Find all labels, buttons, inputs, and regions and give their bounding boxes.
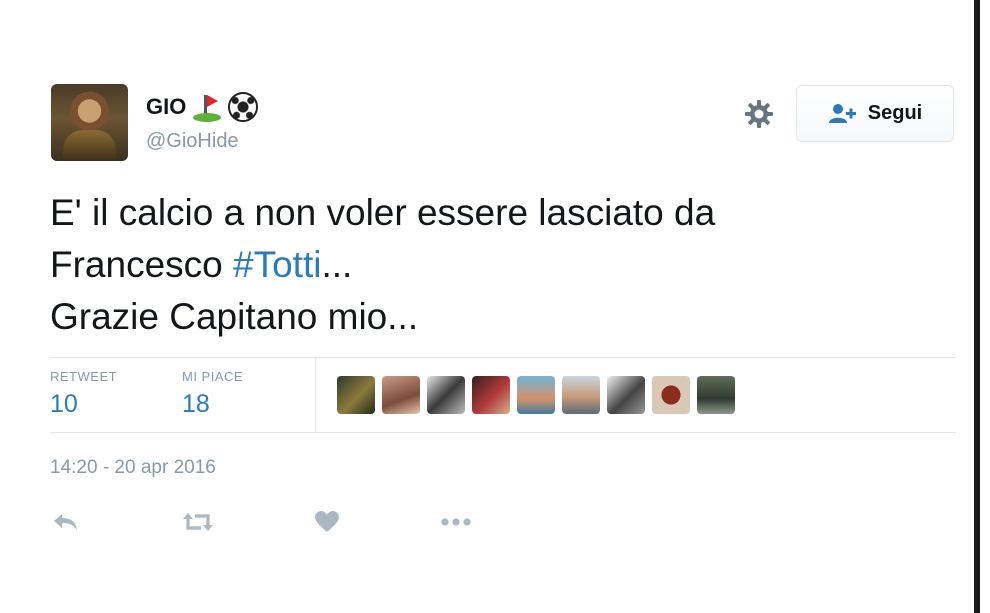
liker-avatar[interactable]: [427, 376, 465, 414]
retweet-label: RETWEET: [50, 369, 118, 384]
tweet-line-3: Grazie Capitano mio...: [50, 296, 419, 337]
liker-avatar[interactable]: [472, 376, 510, 414]
likes-label: MI PIACE: [182, 369, 244, 384]
tweet-timestamp[interactable]: 14:20 - 20 apr 2016: [50, 457, 216, 479]
retweet-icon: [183, 513, 213, 531]
tweet-line-2-suffix: ...: [321, 244, 353, 285]
liker-avatar[interactable]: [562, 376, 600, 414]
soccer-ball-icon: [228, 92, 259, 122]
liker-avatar[interactable]: [607, 376, 645, 414]
more-button[interactable]: [438, 509, 474, 535]
tweet-line-2-prefix: Francesco: [50, 244, 234, 285]
more-icon: [441, 518, 471, 526]
user-avatar[interactable]: [51, 84, 128, 161]
like-icon: [315, 511, 339, 532]
liker-avatar[interactable]: [697, 376, 735, 414]
user-display-name[interactable]: GIO: [146, 94, 186, 120]
golf-flag-icon: [192, 92, 222, 122]
tweet-line-1: E' il calcio a non voler essere lasciato…: [50, 192, 716, 233]
likes-stat[interactable]: MI PIACE 18: [182, 369, 243, 419]
tweet-text: E' il calcio a non voler essere lasciato…: [50, 187, 950, 343]
stats-divider-top: [50, 357, 956, 358]
user-handle[interactable]: @GioHide: [146, 130, 239, 153]
liker-avatar[interactable]: [652, 376, 690, 414]
liker-avatar[interactable]: [337, 376, 375, 414]
tweet-line-2: Francesco #Totti...: [50, 239, 950, 291]
liker-avatar[interactable]: [517, 376, 555, 414]
follow-button-label: Segui: [867, 102, 923, 124]
reply-button[interactable]: [48, 509, 84, 535]
retweet-button[interactable]: [180, 509, 216, 535]
retweet-count[interactable]: 10: [50, 390, 117, 419]
liker-avatar[interactable]: [382, 376, 420, 414]
tweet-card: GIO @GioHide Segui E' il calcio a non vo…: [0, 0, 980, 613]
follow-person-icon: [828, 103, 856, 123]
user-display-name-row[interactable]: GIO: [146, 92, 259, 122]
gear-icon[interactable]: [743, 98, 775, 130]
stats-divider-vertical: [315, 357, 316, 433]
like-button[interactable]: [309, 509, 345, 535]
reply-icon: [54, 514, 77, 530]
likes-count[interactable]: 18: [182, 390, 243, 419]
retweet-stat[interactable]: RETWEET 10: [50, 369, 117, 419]
follow-button[interactable]: Segui: [796, 85, 954, 142]
hashtag-link[interactable]: #Totti: [233, 244, 321, 285]
liker-avatars: [337, 376, 735, 414]
stats-divider-bottom: [50, 432, 956, 433]
